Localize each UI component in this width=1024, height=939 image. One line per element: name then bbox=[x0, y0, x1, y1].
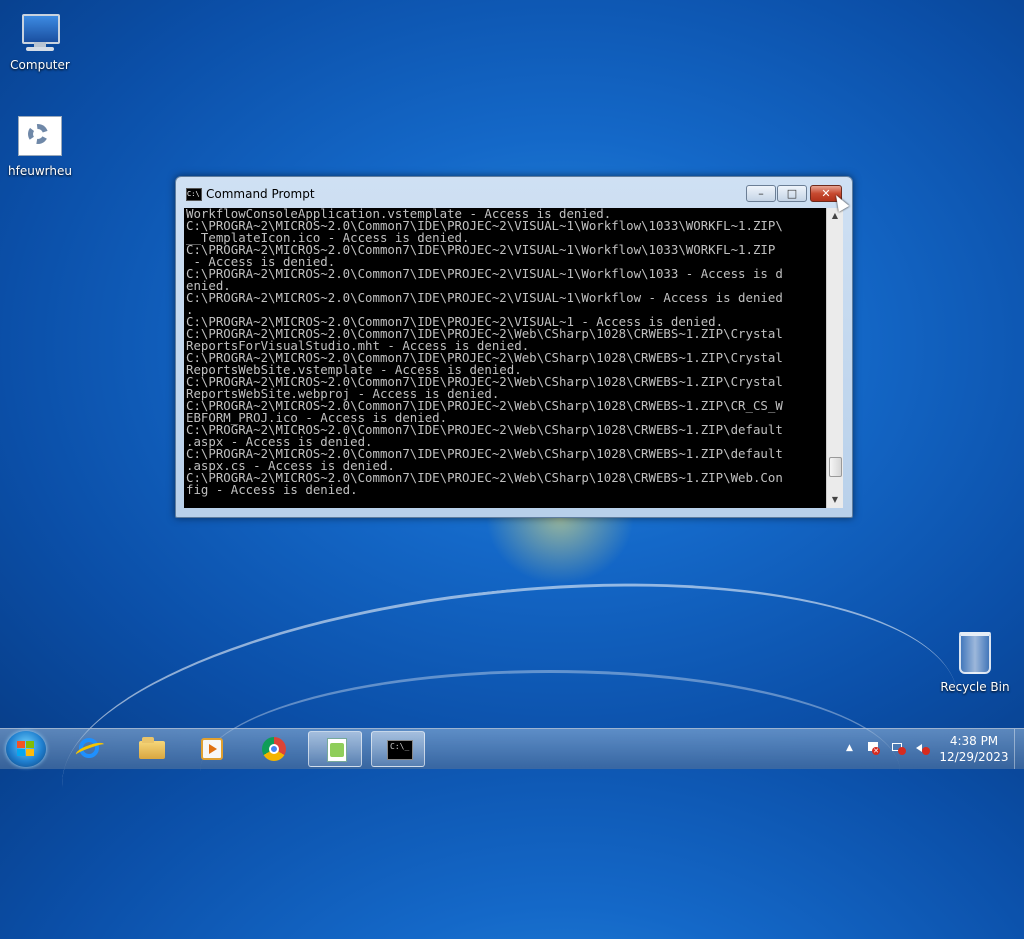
taskbar: C:\_ ▲ ✕ 4:38 PM 12/29/2023 bbox=[0, 728, 1024, 769]
show-desktop-button[interactable] bbox=[1014, 729, 1024, 769]
desktop-icon-computer[interactable]: Computer bbox=[0, 10, 80, 72]
start-button[interactable] bbox=[6, 731, 46, 767]
file-explorer-icon bbox=[139, 737, 165, 761]
desktop-icon-label: hfeuwrheu bbox=[8, 164, 72, 178]
command-prompt-icon: C:\_ bbox=[387, 738, 413, 762]
taskbar-chrome[interactable] bbox=[246, 731, 300, 767]
chrome-icon bbox=[261, 737, 287, 761]
scrollbar-thumb[interactable] bbox=[829, 456, 842, 477]
internet-explorer-icon bbox=[74, 737, 106, 761]
media-player-icon bbox=[199, 737, 225, 761]
maximize-icon: □ bbox=[786, 187, 798, 200]
window-title: Command Prompt bbox=[206, 187, 315, 201]
console-output[interactable]: WorkflowConsoleApplication.vstemplate - … bbox=[184, 208, 826, 508]
taskbar-notepad-plus-plus[interactable] bbox=[308, 731, 362, 767]
setup-gear-icon bbox=[16, 116, 64, 160]
minimize-icon: – bbox=[758, 187, 764, 200]
taskbar-media-player[interactable] bbox=[184, 731, 238, 767]
console-text: WorkflowConsoleApplication.vstemplate - … bbox=[186, 208, 783, 497]
clock-date: 12/29/2023 bbox=[939, 750, 1009, 764]
taskbar-internet-explorer[interactable] bbox=[62, 731, 116, 767]
scroll-down-arrow-icon[interactable]: ▼ bbox=[827, 492, 843, 508]
clock-time: 4:38 PM bbox=[949, 734, 999, 748]
desktop-icon-hfeuwrheu[interactable]: hfeuwrheu bbox=[0, 116, 80, 178]
desktop-icon-label: Computer bbox=[10, 58, 70, 72]
show-hidden-icons-button[interactable]: ▲ bbox=[846, 743, 853, 753]
action-center-flag-icon[interactable]: ✕ bbox=[866, 741, 880, 755]
notepad-plus-plus-icon bbox=[324, 738, 350, 762]
desktop-icon-label: Recycle Bin bbox=[940, 680, 1010, 694]
taskbar-command-prompt[interactable]: C:\_ bbox=[371, 731, 425, 767]
volume-muted-icon[interactable] bbox=[916, 741, 930, 755]
minimize-button[interactable]: – bbox=[746, 185, 776, 202]
command-prompt-window[interactable]: C:\ Command Prompt – □ ✕ WorkflowConsole… bbox=[175, 176, 853, 518]
desktop-icon-recycle-bin[interactable]: Recycle Bin bbox=[935, 632, 1015, 694]
taskbar-clock[interactable]: 4:38 PM 12/29/2023 bbox=[934, 733, 1014, 765]
taskbar-file-explorer[interactable] bbox=[124, 731, 178, 767]
maximize-button[interactable]: □ bbox=[777, 185, 807, 202]
window-titlebar[interactable]: C:\ Command Prompt – □ ✕ bbox=[176, 177, 852, 207]
wallpaper-swirl bbox=[200, 670, 900, 873]
vertical-scrollbar[interactable]: ▲ ▼ bbox=[826, 208, 843, 508]
computer-icon bbox=[16, 10, 64, 54]
windows-logo-icon bbox=[17, 741, 35, 757]
command-prompt-title-icon: C:\ bbox=[186, 188, 202, 201]
network-icon[interactable] bbox=[892, 741, 906, 755]
recycle-bin-icon bbox=[951, 632, 999, 676]
